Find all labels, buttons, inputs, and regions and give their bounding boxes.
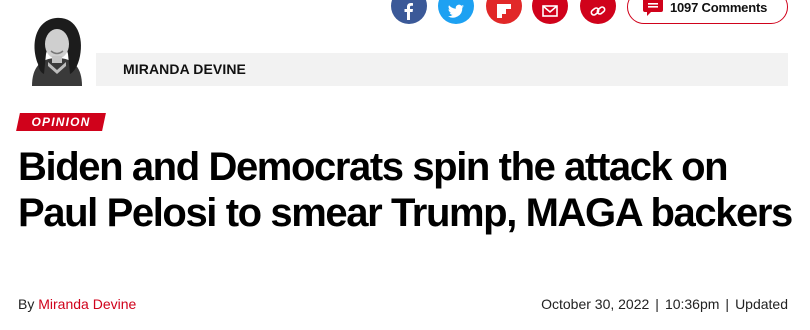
publish-time: 10:36pm — [664, 296, 720, 312]
comments-button[interactable]: 1097 Comments — [627, 0, 788, 24]
comment-bubble-icon — [643, 0, 663, 16]
author-avatar[interactable] — [18, 14, 96, 86]
byline: By Miranda Devine — [18, 296, 136, 312]
flipboard-share-button[interactable] — [486, 0, 522, 24]
dateline: October 30, 2022 | 10:36pm | Updated — [541, 296, 788, 312]
section-tag[interactable]: OPINION — [18, 113, 104, 131]
comments-count: 1097 Comments — [670, 0, 768, 15]
flipboard-icon — [497, 4, 511, 18]
date-separator: | — [655, 296, 659, 312]
byline-prefix: By — [18, 296, 35, 312]
twitter-share-button[interactable] — [438, 0, 474, 24]
updated-label: Updated — [735, 296, 788, 312]
time-separator: | — [725, 296, 730, 312]
publish-date: October 30, 2022 — [541, 296, 650, 312]
twitter-icon — [448, 4, 464, 18]
facebook-share-button[interactable] — [391, 0, 427, 24]
author-photo — [18, 14, 96, 86]
byline-author-link[interactable]: Miranda Devine — [38, 296, 136, 312]
author-name-link[interactable]: MIRANDA DEVINE — [123, 61, 246, 77]
email-icon — [542, 5, 558, 17]
copy-link-button[interactable] — [580, 0, 616, 24]
facebook-icon — [404, 3, 413, 20]
share-bar: 1097 Comments — [0, 0, 810, 30]
article-headline: Biden and Democrats spin the attack on P… — [18, 145, 793, 235]
email-share-button[interactable] — [532, 0, 568, 24]
link-icon — [590, 6, 606, 16]
